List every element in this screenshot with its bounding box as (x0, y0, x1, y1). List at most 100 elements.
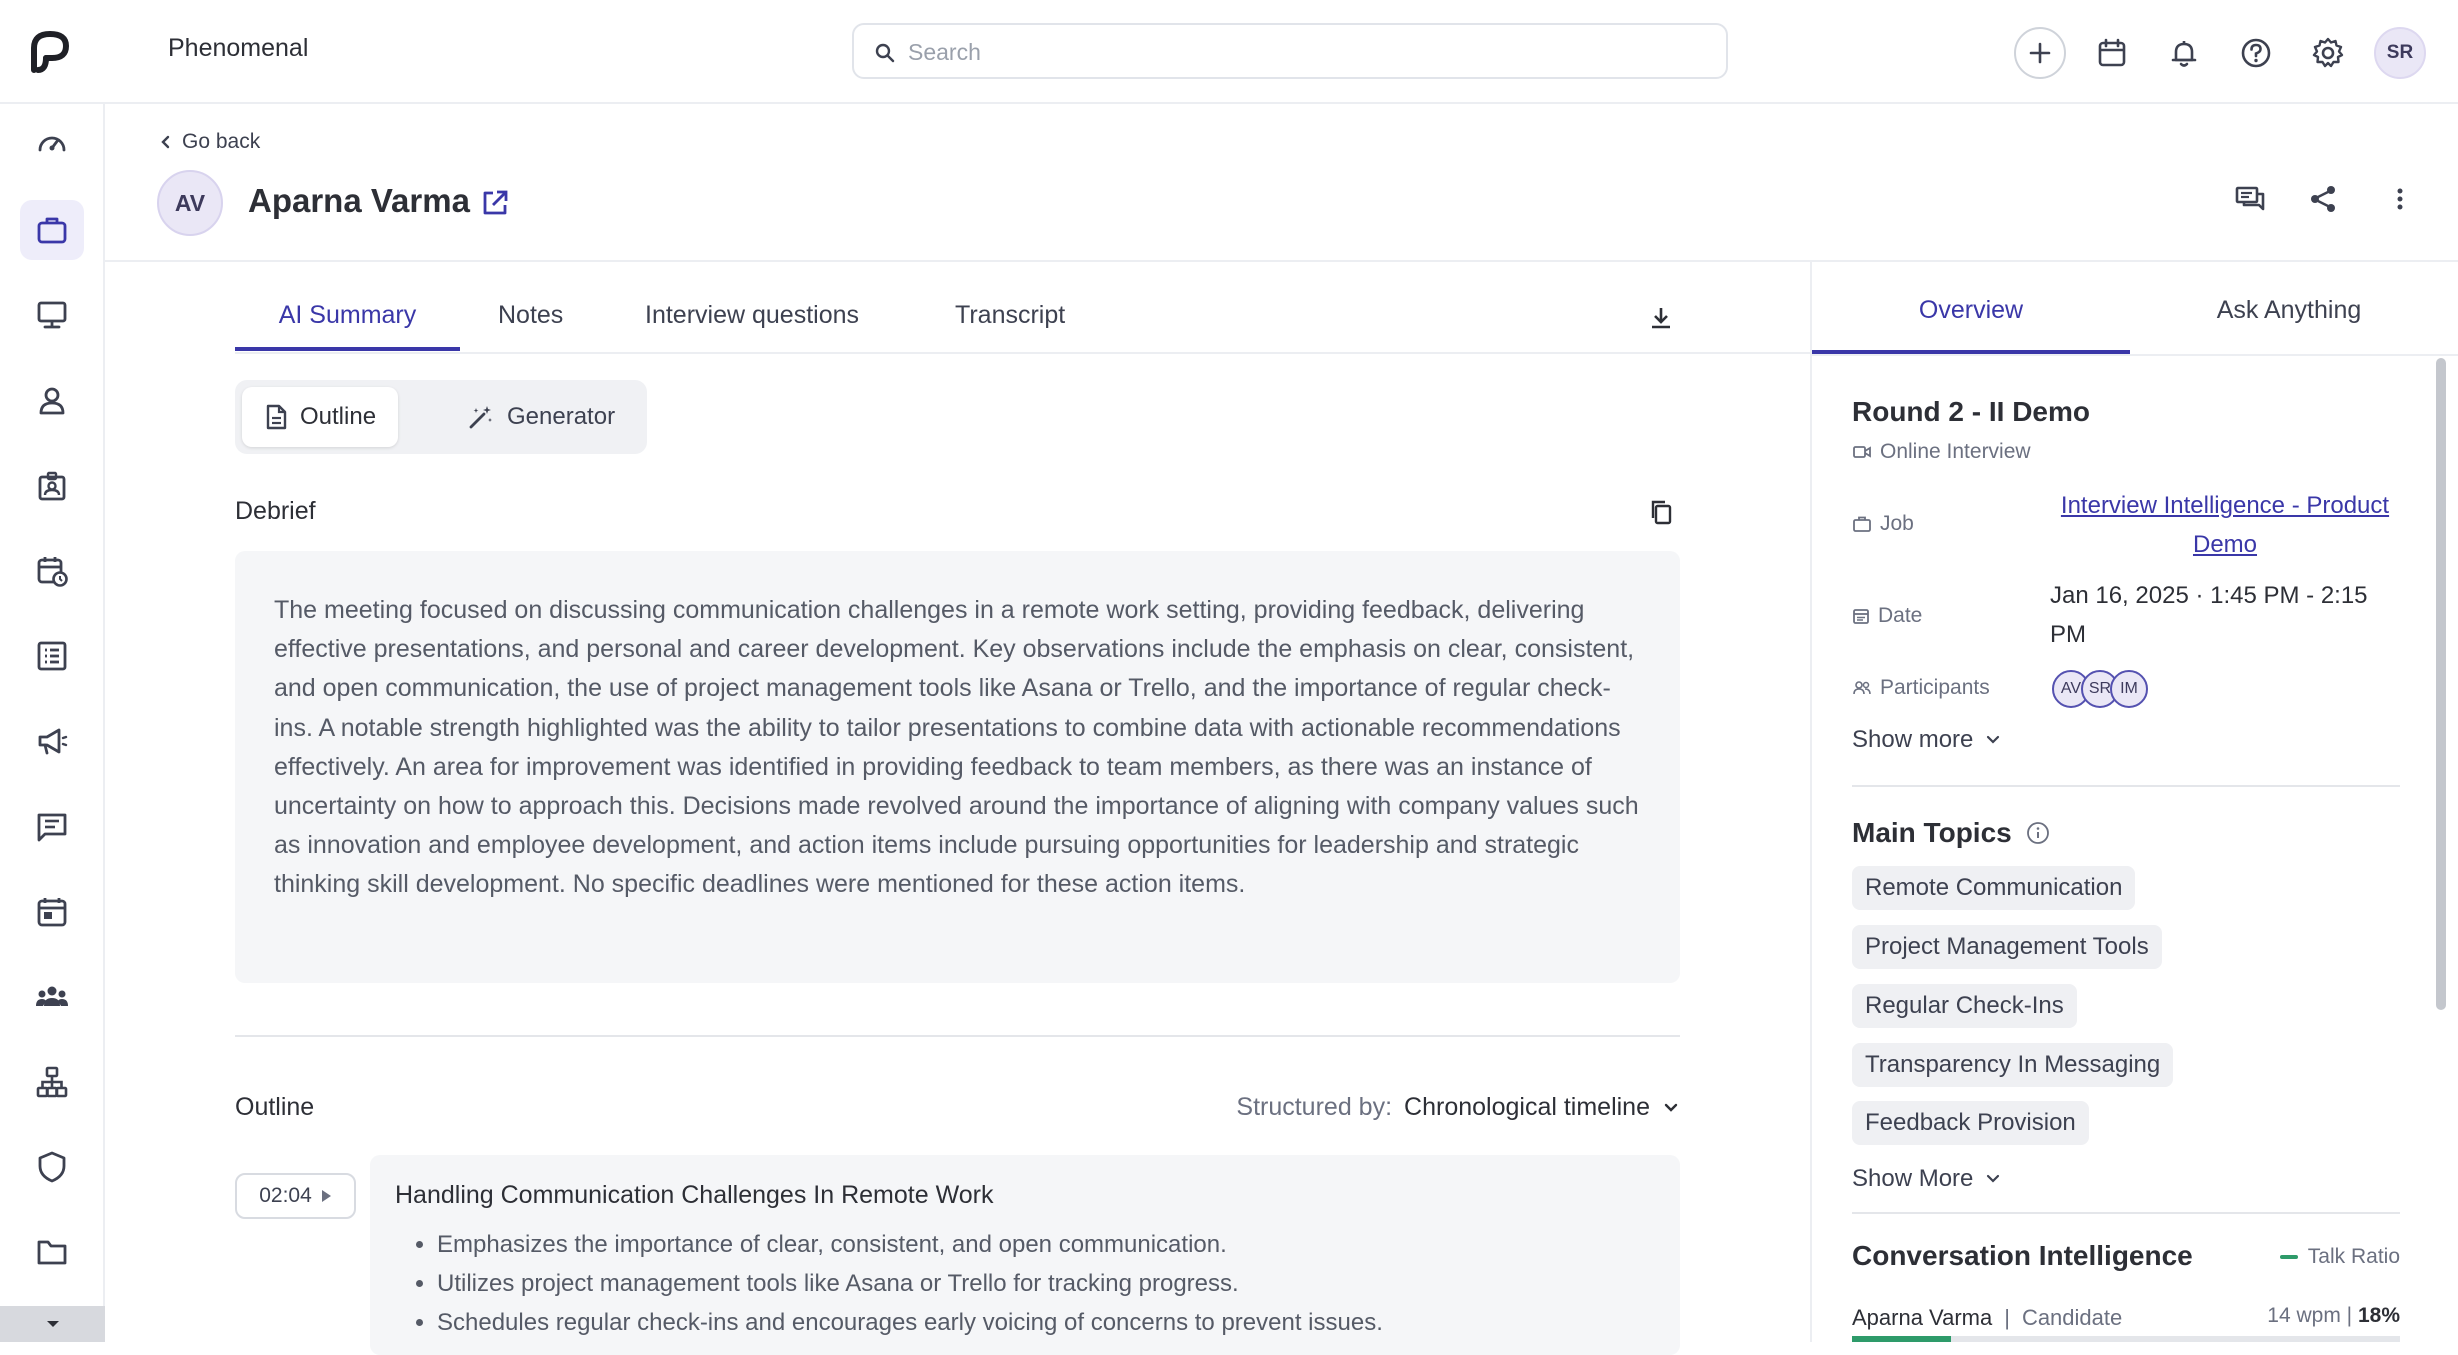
message-icon (35, 810, 69, 844)
debrief-title: Debrief (235, 497, 316, 525)
sidebar-item-dashboard[interactable] (20, 113, 84, 173)
speaker-role: Candidate (2021, 1305, 2123, 1330)
sidebar-item-campaigns[interactable] (20, 711, 84, 771)
copy-icon[interactable] (1648, 498, 1674, 526)
sidebar-item-org[interactable] (20, 1052, 84, 1112)
search-bar[interactable] (852, 23, 1728, 79)
outline-toggle-label: Outline (300, 403, 377, 430)
talk-ratio-label: Talk Ratio (2307, 1245, 2400, 1268)
tab-transcript[interactable]: Transcript (955, 263, 1065, 351)
interview-type-label: Online Interview (1880, 440, 2031, 463)
sidebar-item-events[interactable] (20, 882, 84, 942)
sidebar-item-candidates[interactable] (20, 456, 84, 516)
participants-label: Participants (1852, 676, 1990, 700)
job-link[interactable]: Interview Intelligence - Product Demo (2060, 486, 2390, 564)
topic-chip[interactable]: Feedback Provision (1852, 1101, 2089, 1145)
timestamp-play-button[interactable]: 02:04 (235, 1173, 356, 1219)
details-divider (1852, 785, 2400, 787)
sidebar-item-messages[interactable] (20, 797, 84, 857)
outline-item-heading: Handling Communication Challenges In Rem… (395, 1181, 994, 1209)
go-back-label: Go back (182, 130, 261, 153)
speaker-stats-separator: | (2346, 1304, 2353, 1327)
debrief-text: The meeting focused on discussing commun… (274, 596, 1639, 899)
topic-chip[interactable]: Remote Communication (1852, 866, 2136, 910)
topic-chip[interactable]: Transparency In Messaging (1852, 1043, 2174, 1087)
more-options-button[interactable] (2390, 183, 2410, 215)
briefcase-icon (35, 213, 69, 247)
video-icon (1852, 443, 1872, 461)
show-more-topics-button[interactable]: Show More (1852, 1165, 2001, 1193)
show-more-label: Show more (1852, 726, 1974, 753)
calendar-icon (1852, 607, 1870, 625)
dashboard-icon (35, 126, 69, 160)
main-topics-title: Main Topics (1852, 817, 2050, 849)
user-avatar[interactable]: SR (2374, 27, 2426, 79)
megaphone-icon (35, 724, 69, 758)
job-label-text: Job (1880, 512, 1914, 535)
topic-chip[interactable]: Regular Check-Ins (1852, 984, 2077, 1028)
bell-icon (2168, 37, 2200, 69)
calendar-button[interactable] (2086, 27, 2138, 79)
sidebar-item-schedule[interactable] (20, 541, 84, 601)
help-icon (2239, 36, 2273, 70)
tab-ai-summary[interactable]: AI Summary (235, 263, 460, 351)
settings-button[interactable] (2302, 27, 2354, 79)
speaker-stats: 14 wpm | 18% (2267, 1304, 2400, 1328)
comments-button[interactable] (2234, 183, 2266, 215)
scrollbar-thumb[interactable] (2436, 358, 2446, 1010)
tab-interview-questions[interactable]: Interview questions (645, 263, 859, 351)
share-icon (2308, 183, 2338, 215)
debrief-summary: The meeting focused on discussing commun… (235, 551, 1680, 983)
candidate-name: Aparna Varma (248, 182, 470, 219)
speaker-name: Aparna Varma (1852, 1305, 1993, 1330)
right-panel-tabs: Overview Ask Anything (1812, 262, 2458, 356)
sidebar-item-teams[interactable] (20, 967, 84, 1027)
gear-icon (2311, 36, 2345, 70)
topic-chip[interactable]: Project Management Tools (1852, 925, 2162, 969)
download-icon (1648, 304, 1674, 332)
outline-toggle-button[interactable]: Outline (242, 387, 399, 447)
info-icon[interactable] (2026, 821, 2050, 845)
generator-toggle-button[interactable]: Generator (445, 387, 637, 447)
tab-notes[interactable]: Notes (498, 263, 563, 351)
speaker-row: Aparna Varma | Candidate (1852, 1305, 2122, 1331)
sidebar-item-presentations[interactable] (20, 285, 84, 345)
structured-by-label: Structured by: (1236, 1093, 1393, 1121)
show-more-details-button[interactable]: Show more (1852, 726, 2001, 754)
tab-ask-anything[interactable]: Ask Anything (2130, 262, 2448, 354)
structured-by-select[interactable]: Structured by: Chronological timeline (1236, 1093, 1680, 1122)
talk-ratio-fill (1852, 1336, 1951, 1342)
speaker-ratio: 18% (2357, 1304, 2400, 1327)
date-value: Jan 16, 2025 · 1:45 PM - 2:15 PM (2050, 582, 2368, 648)
sidebar-expand-button[interactable] (0, 1306, 105, 1342)
timestamp-label: 02:04 (259, 1184, 312, 1207)
external-link-icon[interactable] (480, 188, 510, 218)
phenom-logo-icon[interactable] (26, 26, 78, 78)
notifications-button[interactable] (2158, 27, 2210, 79)
briefcase-icon (1852, 515, 1872, 533)
search-input[interactable] (906, 35, 1706, 69)
tab-overview[interactable]: Overview (1812, 262, 2130, 354)
right-panel-scrollbar[interactable] (2436, 358, 2446, 1342)
date-label-text: Date (1878, 604, 1923, 627)
go-back-link[interactable]: Go back (160, 130, 260, 154)
download-button[interactable] (1648, 304, 1674, 332)
participant-avatar[interactable]: IM (2110, 670, 2148, 708)
more-vertical-icon (2390, 183, 2410, 215)
play-icon (320, 1188, 332, 1204)
help-button[interactable] (2230, 27, 2282, 79)
sidebar-item-jobs[interactable] (20, 200, 84, 260)
sidebar-item-people[interactable] (20, 371, 84, 431)
talk-ratio-swatch (2279, 1255, 2298, 1259)
talk-ratio-bar (1852, 1336, 2400, 1342)
sidebar-item-files[interactable] (20, 1222, 84, 1282)
add-button[interactable] (2014, 27, 2066, 79)
share-button[interactable] (2308, 183, 2338, 215)
sidebar-item-tasks[interactable] (20, 626, 84, 686)
section-divider (235, 1035, 1680, 1037)
show-more-topics-label: Show More (1852, 1165, 1974, 1192)
outline-title: Outline (235, 1093, 315, 1121)
sidebar-item-security[interactable] (20, 1137, 84, 1197)
chevron-left-icon (160, 134, 172, 150)
calendar-clock-icon (35, 554, 69, 588)
